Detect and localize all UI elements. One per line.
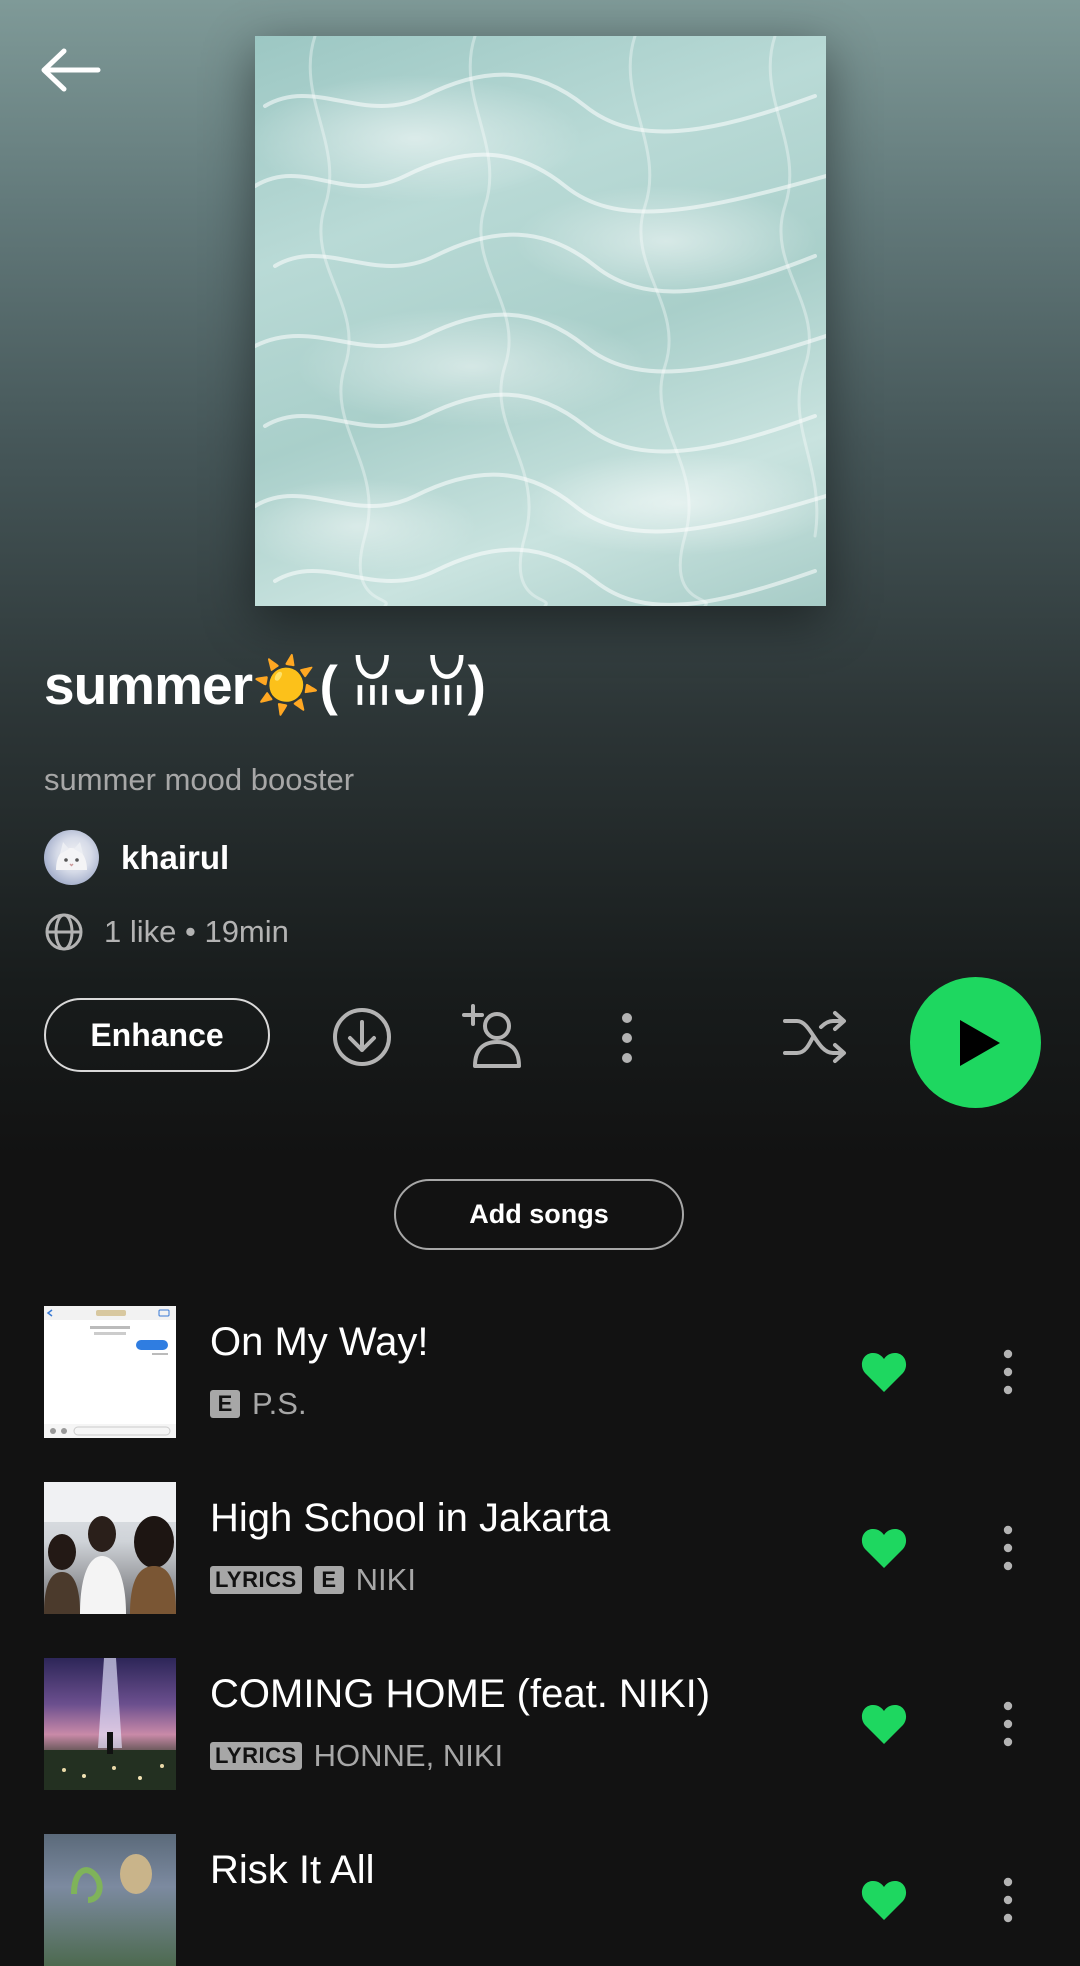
- back-button[interactable]: [36, 40, 106, 100]
- lyrics-badge: LYRICS: [210, 1742, 302, 1770]
- explicit-badge: E: [210, 1390, 240, 1418]
- more-options-button[interactable]: [612, 1006, 642, 1070]
- playlist-cover: [255, 36, 826, 606]
- add-songs-button[interactable]: Add songs: [394, 1179, 684, 1250]
- track-artwork: [44, 1482, 176, 1614]
- track-row[interactable]: COMING HOME (feat. NIKI) LYRICS HONNE, N…: [44, 1658, 1044, 1790]
- track-artists: P.S.: [252, 1386, 307, 1421]
- lyrics-badge: LYRICS: [210, 1566, 302, 1594]
- more-vertical-icon: [1003, 1877, 1013, 1923]
- owner-row[interactable]: khairul: [44, 830, 229, 885]
- cat-icon: [56, 842, 87, 870]
- heart-filled-icon: [861, 1704, 907, 1744]
- track-title: Risk It All: [210, 1848, 375, 1892]
- cat-avatar[interactable]: [44, 830, 99, 885]
- download-icon: [333, 1008, 391, 1066]
- explicit-badge: E: [313, 1566, 344, 1594]
- water-ripple-cover: [255, 36, 826, 606]
- play-button[interactable]: [910, 977, 1041, 1108]
- enhance-button[interactable]: Enhance: [44, 998, 270, 1072]
- more-vertical-icon: [1003, 1701, 1013, 1747]
- add-user-icon: [462, 1004, 521, 1068]
- download-button[interactable]: [330, 1005, 394, 1069]
- track-row[interactable]: Risk It All: [44, 1834, 1044, 1966]
- shuffle-icon: [783, 1011, 846, 1063]
- heart-filled-icon: [861, 1528, 907, 1568]
- heart-filled-icon: [861, 1880, 907, 1920]
- track-subtitle: LYRICS HONNE, NIKI: [210, 1738, 503, 1774]
- track-artwork: [44, 1658, 176, 1790]
- track-artists: NIKI: [355, 1562, 416, 1597]
- more-vertical-icon: [622, 1013, 632, 1063]
- track-subtitle: E P.S.: [210, 1386, 307, 1422]
- track-subtitle: LYRICS E NIKI: [210, 1562, 416, 1598]
- track-more-button[interactable]: [998, 1518, 1018, 1578]
- like-button[interactable]: [856, 1344, 912, 1400]
- track-row[interactable]: On My Way! E P.S.: [44, 1306, 1044, 1438]
- more-vertical-icon: [1003, 1525, 1013, 1571]
- playlist-title: summer☀️( ꈍᴗꈍ): [44, 654, 486, 716]
- track-artwork: [44, 1834, 176, 1966]
- owner-name[interactable]: khairul: [121, 839, 229, 877]
- playlist-description: summer mood booster: [44, 762, 355, 797]
- like-button[interactable]: [856, 1520, 912, 1576]
- like-button[interactable]: [856, 1696, 912, 1752]
- track-more-button[interactable]: [998, 1694, 1018, 1754]
- like-button[interactable]: [856, 1872, 912, 1928]
- heart-filled-icon: [861, 1352, 907, 1392]
- arrow-left-icon: [41, 48, 101, 92]
- add-collaborator-button[interactable]: [460, 1002, 530, 1072]
- play-icon: [959, 1019, 1000, 1066]
- track-title: COMING HOME (feat. NIKI): [210, 1672, 711, 1716]
- track-artists: HONNE, NIKI: [313, 1738, 504, 1773]
- track-title: High School in Jakarta: [210, 1496, 611, 1540]
- more-vertical-icon: [1003, 1349, 1013, 1395]
- track-row[interactable]: High School in Jakarta LYRICS E NIKI: [44, 1482, 1044, 1614]
- track-title: On My Way!: [210, 1320, 429, 1364]
- playlist-meta: 1 like • 19min: [44, 912, 289, 952]
- shuffle-button[interactable]: [780, 1005, 850, 1069]
- track-more-button[interactable]: [998, 1342, 1018, 1402]
- track-more-button[interactable]: [998, 1870, 1018, 1930]
- track-artwork: [44, 1306, 176, 1438]
- globe-icon: [45, 913, 83, 951]
- likes-duration: 1 like • 19min: [104, 914, 289, 949]
